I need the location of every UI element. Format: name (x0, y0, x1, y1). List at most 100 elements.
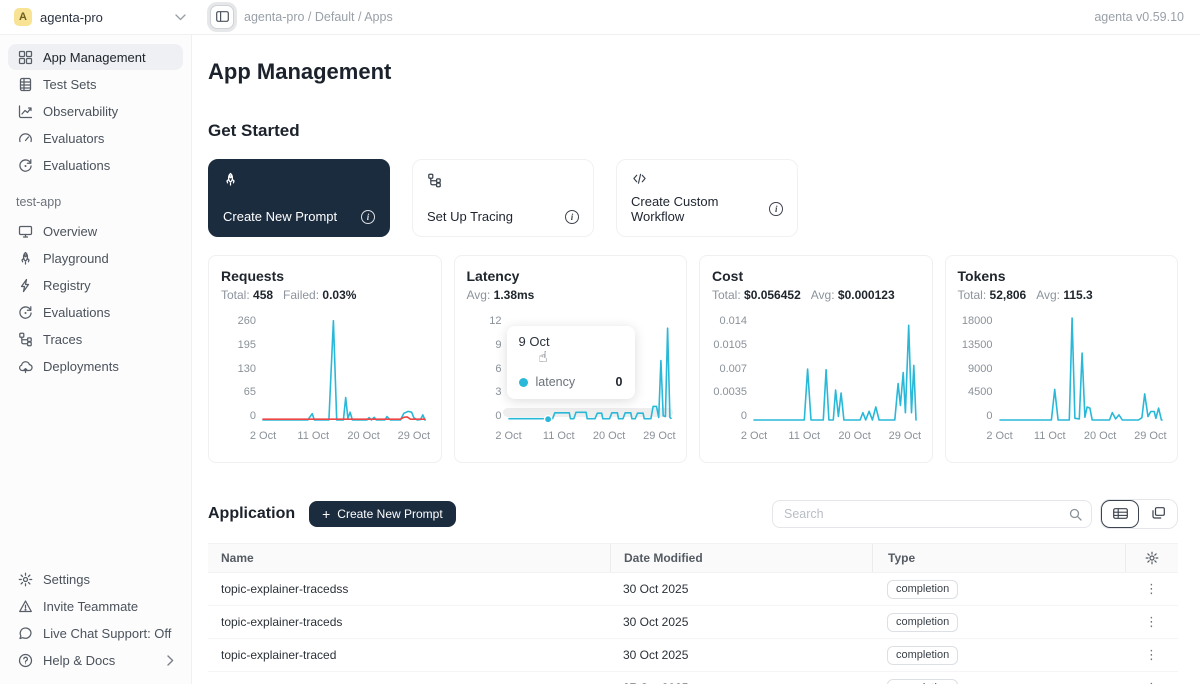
x-axis-labels: 2 Oct11 Oct20 Oct29 Oct (1000, 430, 1162, 444)
plus-icon: + (322, 507, 330, 521)
chart-stats: Total: 52,806Avg: 115.3 (958, 288, 1166, 302)
sidebar-toggle-button[interactable] (210, 5, 234, 29)
get-started-title: Get Started (208, 121, 1178, 141)
metric-charts-row: Requests Total: 458Failed: 0.03% 2601951… (208, 255, 1178, 463)
sidebar-item-label: Help & Docs (43, 653, 115, 668)
sidebar-item-label: Settings (43, 572, 90, 587)
sidebar-item-label: Observability (43, 104, 118, 119)
stat-label: Avg: (467, 288, 494, 302)
table-row[interactable]: topic-explainer-traceds 30 Oct 2025 comp… (208, 606, 1178, 639)
metric-card-latency: Latency Avg: 1.38ms 129630 2 Oct11 Oct20… (454, 255, 688, 463)
search-icon[interactable] (1069, 508, 1082, 521)
sidebar-item-evaluators[interactable]: Evaluators (8, 125, 183, 151)
sidebar-item-evaluations[interactable]: Evaluations (8, 152, 183, 178)
chart-plot-area[interactable] (1000, 316, 1162, 422)
column-header-name[interactable]: Name (208, 551, 610, 565)
hover-point-marker (544, 416, 551, 423)
stat-label: Total: (958, 288, 990, 302)
kebab-menu-icon[interactable]: ⋮ (1145, 648, 1158, 663)
card-view-button[interactable] (1139, 500, 1177, 528)
sidebar-item-registry[interactable]: Registry (8, 272, 183, 298)
applications-table: Name Date Modified Type topic-explainer-… (208, 543, 1178, 684)
column-header-type[interactable]: Type (872, 544, 1125, 572)
chart-plot-area[interactable] (754, 316, 916, 422)
type-badge: completion (887, 613, 958, 632)
get-started-card-create-custom-workflow[interactable]: Create Custom Workflow i (616, 159, 798, 237)
series-dot (519, 378, 528, 387)
sidebar-item-app-management[interactable]: App Management (8, 44, 183, 70)
stat-value: 1.38ms (494, 288, 535, 302)
sidebar-item-label: Evaluations (43, 158, 110, 173)
sidebar-item-overview[interactable]: Overview (8, 218, 183, 244)
card-view-icon (1152, 507, 1165, 522)
workspace-switcher[interactable]: A agenta-pro (14, 8, 186, 26)
sidebar-item-label: Evaluations (43, 305, 110, 320)
cell-app-name[interactable]: topic-explainer-tracedss (208, 582, 610, 596)
sidebar-item-playground[interactable]: Playground (8, 245, 183, 271)
chevron-right-icon (167, 655, 174, 666)
cell-type: completion (872, 646, 1125, 665)
metric-card-cost: Cost Total: $0.056452Avg: $0.000123 0.01… (699, 255, 933, 463)
table-row[interactable]: topic-explainer-tracedss 30 Oct 2025 com… (208, 573, 1178, 606)
sidebar-item-test-sets[interactable]: Test Sets (8, 71, 183, 97)
stat-value: 115.3 (1063, 288, 1092, 302)
sidebar-item-settings[interactable]: Settings (8, 566, 183, 592)
metric-card-requests: Requests Total: 458Failed: 0.03% 2601951… (208, 255, 442, 463)
breadcrumb[interactable]: agenta-pro / Default / Apps (244, 10, 393, 24)
stat-label: Avg: (1036, 288, 1063, 302)
cell-app-name[interactable]: topic-explainer-traced (208, 648, 610, 662)
sidebar-item-invite-teammate[interactable]: Invite Teammate (8, 593, 183, 619)
refresh-circle-icon (17, 304, 33, 320)
table-row[interactable]: career-assessment 27 Oct 2025 completion… (208, 672, 1178, 684)
apps-grid-icon (17, 49, 33, 65)
column-settings-gear-icon[interactable] (1145, 551, 1159, 565)
chart-title: Requests (221, 268, 429, 284)
cell-app-name[interactable]: topic-explainer-traceds (208, 615, 610, 629)
x-axis-labels: 2 Oct11 Oct20 Oct29 Oct (509, 430, 671, 444)
column-header-date-modified[interactable]: Date Modified (610, 544, 872, 572)
table-header-row: Name Date Modified Type (208, 543, 1178, 573)
info-icon[interactable]: i (565, 210, 579, 224)
get-started-card-create-new-prompt[interactable]: Create New Prompt i (208, 159, 390, 237)
kebab-menu-icon[interactable]: ⋮ (1145, 615, 1158, 630)
chart-plot-area[interactable] (263, 316, 425, 422)
sidebar-item-label: Live Chat Support: Off (43, 626, 171, 641)
stat-label: Total: (221, 288, 253, 302)
chat-bubble-icon (17, 625, 33, 641)
table-view-button[interactable] (1101, 500, 1139, 528)
card-label: Set Up Tracing (427, 209, 513, 224)
kebab-menu-icon[interactable]: ⋮ (1145, 582, 1158, 597)
create-new-prompt-button[interactable]: + Create New Prompt (309, 501, 456, 527)
cell-type: completion (872, 580, 1125, 599)
sidebar-item-traces[interactable]: Traces (8, 326, 183, 352)
help-icon (17, 652, 33, 668)
workspace-avatar: A (14, 8, 32, 26)
card-label: Create New Prompt (223, 209, 337, 224)
kebab-menu-icon[interactable]: ⋮ (1145, 681, 1158, 684)
page-title: App Management (208, 59, 1178, 85)
sidebar-item-deployments[interactable]: Deployments (8, 353, 183, 379)
get-started-card-set-up-tracing[interactable]: Set Up Tracing i (412, 159, 594, 237)
y-axis-labels: 0.0140.01050.0070.00350 (712, 316, 754, 422)
series-cost-line (754, 325, 916, 420)
invite-icon (17, 598, 33, 614)
create-new-prompt-label: Create New Prompt (337, 507, 442, 521)
sidebar-item-live-chat-support-off[interactable]: Live Chat Support: Off (8, 620, 183, 646)
card-label: Create Custom Workflow (631, 194, 769, 224)
table-row[interactable]: topic-explainer-traced 30 Oct 2025 compl… (208, 639, 1178, 672)
tooltip-value: 0 (616, 375, 623, 389)
x-axis-labels: 2 Oct11 Oct20 Oct29 Oct (754, 430, 916, 444)
chart-title: Cost (712, 268, 920, 284)
sidebar-item-evaluations[interactable]: Evaluations (8, 299, 183, 325)
search-box[interactable] (772, 500, 1092, 528)
sidebar-item-label: App Management (43, 50, 146, 65)
sidebar-item-label: Test Sets (43, 77, 96, 92)
info-icon[interactable]: i (769, 202, 783, 216)
sidebar-item-help-docs[interactable]: Help & Docs (8, 647, 183, 673)
chart-title: Latency (467, 268, 675, 284)
info-icon[interactable]: i (361, 210, 375, 224)
workspace-name: agenta-pro (40, 10, 103, 25)
y-axis-labels: 1800013500900045000 (958, 316, 1000, 422)
sidebar-item-observability[interactable]: Observability (8, 98, 183, 124)
search-input[interactable] (782, 506, 1069, 522)
